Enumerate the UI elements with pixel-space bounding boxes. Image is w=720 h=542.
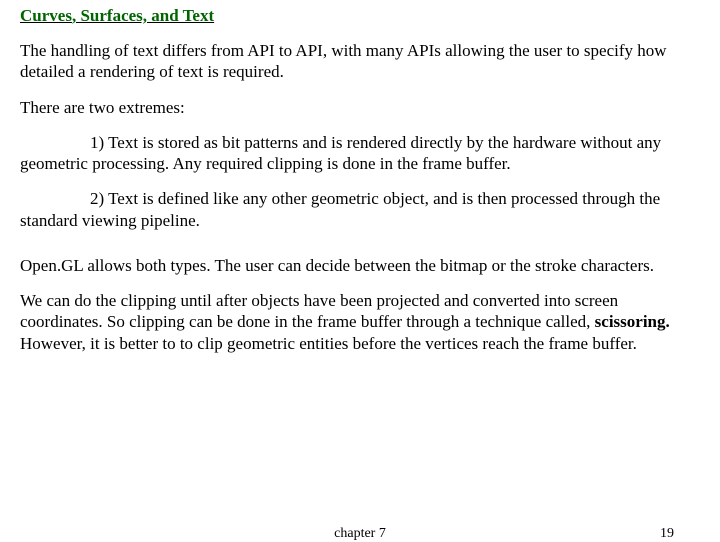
scissoring-term: scissoring. xyxy=(595,312,670,331)
spacer xyxy=(20,245,700,255)
heading-word-curves: Curves xyxy=(20,6,72,25)
para-clipping: We can do the clipping until after objec… xyxy=(20,290,700,354)
clipping-text-a: We can do the clipping until after objec… xyxy=(20,291,618,331)
para-intro: The handling of text differs from API to… xyxy=(20,40,700,83)
para-extreme-1: 1) Text is stored as bit patterns and is… xyxy=(20,132,700,175)
slide-heading: Curves, Surfaces, and Text xyxy=(20,6,700,26)
slide-page: Curves, Surfaces, and Text The handling … xyxy=(0,0,720,540)
heading-rest: , Surfaces, and Text xyxy=(72,6,214,25)
para-extreme-2: 2) Text is defined like any other geomet… xyxy=(20,188,700,231)
para-extremes: There are two extremes: xyxy=(20,97,700,118)
para-opengl: Open.GL allows both types. The user can … xyxy=(20,255,700,276)
clipping-text-c: However, it is better to to clip geometr… xyxy=(20,334,637,353)
